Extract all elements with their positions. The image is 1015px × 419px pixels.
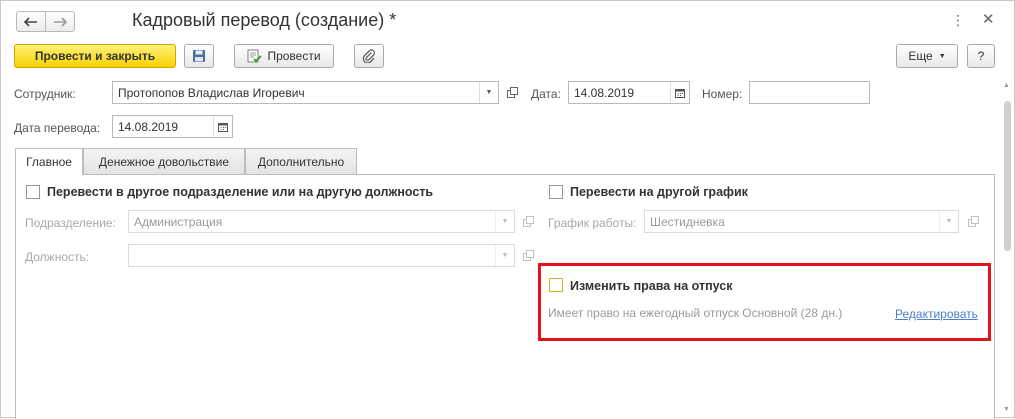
help-label: ? bbox=[977, 49, 985, 63]
schedule-field[interactable]: Шестидневка ▼ bbox=[644, 210, 959, 233]
employee-field[interactable]: Протопопов Владислав Игоревич ▼ bbox=[112, 81, 499, 104]
post-and-close-button[interactable]: Провести и закрыть bbox=[14, 44, 176, 68]
number-field[interactable] bbox=[749, 81, 870, 104]
transfer-dept-label: Перевести в другое подразделение или на … bbox=[47, 185, 434, 199]
save-button[interactable] bbox=[184, 44, 214, 68]
transfer-schedule-label: Перевести на другой график bbox=[570, 185, 748, 199]
schedule-dropdown-button[interactable]: ▼ bbox=[939, 211, 958, 232]
position-open-button[interactable] bbox=[518, 244, 538, 267]
tab-main[interactable]: Главное bbox=[15, 148, 83, 175]
arrow-right-icon bbox=[54, 16, 67, 27]
document-window: Кадровый перевод (создание) * ⋮ ✕ Провес… bbox=[0, 0, 1015, 419]
more-actions-icon[interactable]: ⋮ bbox=[951, 12, 966, 29]
open-window-icon bbox=[522, 216, 534, 227]
transfer-date-field[interactable]: 14.08.2019 bbox=[112, 115, 233, 138]
transfer-date-value: 14.08.2019 bbox=[118, 119, 179, 134]
calendar-icon bbox=[218, 122, 228, 132]
transfer-dept-checkbox[interactable] bbox=[26, 185, 40, 199]
employee-label: Сотрудник: bbox=[14, 87, 76, 101]
close-icon[interactable]: ✕ bbox=[982, 10, 995, 28]
attach-button[interactable] bbox=[354, 44, 384, 68]
schedule-label: График работы: bbox=[548, 216, 637, 230]
change-vacation-checkbox[interactable] bbox=[549, 278, 563, 292]
transfer-date-calendar-button[interactable] bbox=[213, 116, 232, 137]
post-and-close-label: Провести и закрыть bbox=[34, 49, 156, 63]
post-label: Провести bbox=[267, 49, 321, 63]
tab-main-label: Главное bbox=[26, 155, 72, 169]
department-label: Подразделение: bbox=[25, 216, 116, 230]
dropdown-arrow-icon: ▼ bbox=[938, 52, 946, 60]
paperclip-icon bbox=[362, 49, 375, 63]
change-vacation-label: Изменить права на отпуск bbox=[570, 279, 733, 293]
edit-vacation-link[interactable]: Редактировать bbox=[895, 307, 978, 321]
more-button[interactable]: Еще ▼ bbox=[896, 44, 958, 68]
more-label: Еще bbox=[908, 49, 933, 63]
tab-additional-label: Дополнительно bbox=[257, 154, 345, 169]
position-label: Должность: bbox=[25, 250, 90, 264]
post-document-icon bbox=[247, 49, 263, 63]
date-field[interactable]: 14.08.2019 bbox=[568, 81, 690, 104]
post-button[interactable]: Провести bbox=[234, 44, 334, 68]
schedule-open-button[interactable] bbox=[963, 210, 983, 233]
department-open-button[interactable] bbox=[518, 210, 538, 233]
date-label: Дата: bbox=[531, 87, 561, 101]
arrow-left-icon bbox=[24, 16, 37, 27]
calendar-icon bbox=[675, 88, 685, 98]
date-calendar-button[interactable] bbox=[670, 82, 689, 103]
schedule-value: Шестидневка bbox=[650, 214, 725, 229]
transfer-schedule-checkbox[interactable] bbox=[549, 185, 563, 199]
open-window-icon bbox=[506, 87, 518, 98]
employee-value: Протопопов Владислав Игоревич bbox=[118, 85, 305, 100]
number-label: Номер: bbox=[702, 87, 743, 101]
scroll-down-icon[interactable]: ▼ bbox=[1003, 406, 1010, 413]
save-icon bbox=[193, 50, 205, 62]
tab-monetary-allowance-label: Денежное довольствие bbox=[98, 154, 230, 169]
scrollbar-thumb[interactable] bbox=[1004, 101, 1011, 251]
forward-button[interactable] bbox=[45, 11, 75, 32]
open-window-icon bbox=[967, 216, 979, 227]
department-value: Администрация bbox=[134, 214, 223, 229]
scroll-up-icon[interactable]: ▲ bbox=[1003, 82, 1010, 89]
transfer-date-label: Дата перевода: bbox=[14, 121, 101, 135]
employee-open-button[interactable] bbox=[502, 81, 522, 104]
position-field[interactable]: ▼ bbox=[128, 244, 515, 267]
open-window-icon bbox=[522, 250, 534, 261]
vacation-info-text: Имеет право на ежегодный отпуск Основной… bbox=[548, 306, 843, 320]
help-button[interactable]: ? bbox=[967, 44, 995, 68]
tab-additional[interactable]: Дополнительно bbox=[245, 148, 357, 174]
window-title: Кадровый перевод (создание) * bbox=[132, 10, 397, 30]
position-dropdown-button[interactable]: ▼ bbox=[495, 245, 514, 266]
tab-monetary-allowance[interactable]: Денежное довольствие bbox=[83, 148, 245, 174]
employee-dropdown-button[interactable]: ▼ bbox=[479, 82, 498, 103]
date-value: 14.08.2019 bbox=[574, 85, 635, 100]
department-field[interactable]: Администрация ▼ bbox=[128, 210, 515, 233]
vacation-rights-highlight bbox=[538, 263, 991, 341]
department-dropdown-button[interactable]: ▼ bbox=[495, 211, 514, 232]
back-button[interactable] bbox=[16, 11, 46, 32]
